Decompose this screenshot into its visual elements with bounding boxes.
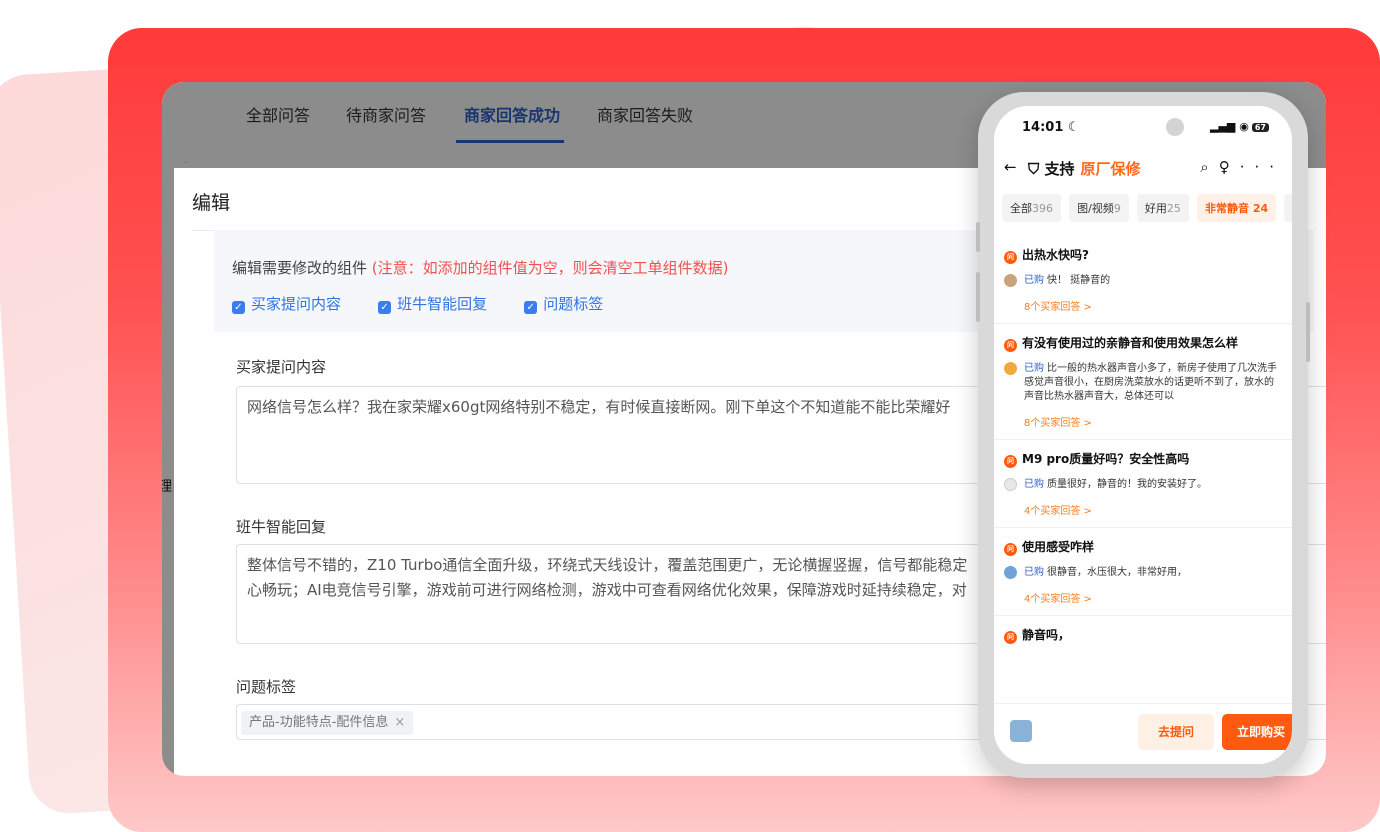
qa-answer: 很静音，水压很大，非常好用， bbox=[1047, 567, 1187, 578]
chip-all[interactable]: 全部396 bbox=[1002, 194, 1061, 222]
back-arrow-icon[interactable]: ← bbox=[1004, 158, 1017, 176]
checkbox-smart-reply[interactable]: ✓ 班牛智能回复 bbox=[378, 293, 487, 314]
qa-question: 有没有使用过的亲静音和使用效果怎么样 bbox=[1022, 336, 1239, 350]
question-icon: 问 bbox=[1004, 251, 1017, 264]
chip-quiet[interactable]: 非常静音 24 bbox=[1197, 194, 1277, 222]
user-icon[interactable]: ♀ bbox=[1219, 158, 1240, 176]
more-icon[interactable]: ··· bbox=[1240, 158, 1284, 176]
question-icon: 问 bbox=[1004, 631, 1017, 644]
qa-answer: 快！ 挺静音的 bbox=[1047, 275, 1111, 286]
tag-chip: 产品-功能特点-配件信息 × bbox=[241, 711, 414, 735]
more-answers-link[interactable]: 8个买家回答 > bbox=[1004, 414, 1282, 429]
nav-action-icons: ⌕♀··· bbox=[1200, 158, 1284, 176]
phone-nav-bar: ← ⛉ 支持 原厂保修 ⌕♀··· bbox=[1004, 158, 1284, 182]
modal-title: 编辑 bbox=[192, 192, 231, 214]
checkbox-label: 班牛智能回复 bbox=[397, 295, 488, 313]
camera-notch bbox=[1166, 118, 1184, 136]
buy-now-button[interactable]: 立即购买 bbox=[1222, 714, 1292, 750]
phone-side-button bbox=[976, 272, 980, 322]
more-answers-link[interactable]: 4个买家回答 > bbox=[1004, 590, 1282, 605]
avatar bbox=[1004, 566, 1017, 579]
status-icons: ▂▄▆ ◉ 67 bbox=[1210, 120, 1269, 133]
chip-sound[interactable]: 声音 bbox=[1284, 194, 1292, 222]
checkbox-checked-icon: ✓ bbox=[378, 301, 392, 314]
qa-answer: 比一般的热水器声音小多了，新房子使用了几次洗手感觉声音很小，在厨房洗菜放水的话更… bbox=[1024, 363, 1277, 402]
bought-badge: 已购 bbox=[1024, 363, 1044, 374]
dnd-icon: ☾ bbox=[1067, 120, 1080, 135]
signal-icon: ▂▄▆ bbox=[1210, 120, 1236, 133]
phone-mockup: 14:01 ☾ ▂▄▆ ◉ 67 ← ⛉ 支持 原厂保修 ⌕♀··· 全部396 图… bbox=[976, 92, 1310, 778]
checkbox-label: 买家提问内容 bbox=[251, 295, 342, 313]
bought-badge: 已购 bbox=[1024, 275, 1044, 286]
battery-icon: 67 bbox=[1251, 123, 1269, 132]
phone-bottom-bar: 去提问 立即购买 bbox=[994, 703, 1292, 764]
qa-item[interactable]: 问静音吗， bbox=[994, 616, 1292, 654]
qa-item[interactable]: 问出热水快吗? 已购 快！ 挺静音的 8个买家回答 > bbox=[994, 236, 1292, 324]
shield-icon: ⛉ bbox=[1028, 160, 1040, 178]
status-time: 14:01 ☾ bbox=[1022, 120, 1080, 135]
notice-text: 编辑需要修改的组件 (注意：如添加的组件值为空，则会清空工单组件数据) bbox=[232, 257, 729, 278]
shop-avatar[interactable] bbox=[1010, 720, 1032, 742]
qa-question: 出热水快吗? bbox=[1022, 248, 1089, 262]
qa-item[interactable]: 问有没有使用过的亲静音和使用效果怎么样 已购 比一般的热水器声音小多了，新房子使用… bbox=[994, 324, 1292, 440]
checkbox-question-tag[interactable]: ✓ 问题标签 bbox=[524, 293, 603, 314]
checkbox-checked-icon: ✓ bbox=[524, 301, 538, 314]
more-answers-link[interactable]: 8个买家回答 > bbox=[1004, 298, 1282, 313]
field-label-buyer-question: 买家提问内容 bbox=[236, 358, 327, 376]
filter-chips: 全部396 图/视频9 好用25 非常静音 24 声音 bbox=[1002, 194, 1292, 222]
chip-useful[interactable]: 好用25 bbox=[1136, 194, 1189, 222]
buyer-question-text: 网络信号怎么样？我在家荣耀x60gt网络特别不稳定，有时候直接断网。刚下单这个不… bbox=[247, 398, 951, 416]
notice-label: 编辑需要修改的组件 bbox=[232, 259, 368, 277]
bought-badge: 已购 bbox=[1024, 479, 1044, 490]
chip-media[interactable]: 图/视频9 bbox=[1069, 194, 1129, 222]
search-icon[interactable]: ⌕ bbox=[1200, 158, 1218, 176]
qa-question: M9 pro质量好吗？安全性高吗 bbox=[1022, 452, 1190, 466]
avatar bbox=[1004, 478, 1017, 491]
brand-tag: 原厂保修 bbox=[1080, 160, 1141, 178]
wifi-icon: ◉ bbox=[1239, 120, 1249, 133]
qa-item[interactable]: 问使用感受咋样 已购 很静音，水压很大，非常好用， 4个买家回答 > bbox=[994, 528, 1292, 616]
avatar bbox=[1004, 274, 1017, 287]
qa-list: 问出热水快吗? 已购 快！ 挺静音的 8个买家回答 > 问有没有使用过的亲静音和使… bbox=[994, 236, 1292, 654]
tag-chip-label: 产品-功能特点-配件信息 bbox=[249, 715, 389, 730]
question-icon: 问 bbox=[1004, 455, 1017, 468]
component-checkboxes: ✓ 买家提问内容 ✓ 班牛智能回复 ✓ 问题标签 bbox=[232, 293, 635, 314]
phone-side-button bbox=[976, 222, 980, 252]
checkbox-buyer-question[interactable]: ✓ 买家提问内容 bbox=[232, 293, 341, 314]
checkbox-checked-icon: ✓ bbox=[232, 301, 245, 314]
qa-answer: 质量很好，静音的！我的安装好了。 bbox=[1047, 479, 1207, 490]
more-answers-link[interactable]: 4个买家回答 > bbox=[1004, 502, 1282, 517]
phone-screen: 14:01 ☾ ▂▄▆ ◉ 67 ← ⛉ 支持 原厂保修 ⌕♀··· 全部396 图… bbox=[994, 106, 1292, 764]
page-title: ⛉ 支持 原厂保修 bbox=[1028, 160, 1141, 178]
side-label: 理 bbox=[162, 479, 172, 495]
tag-remove-icon[interactable]: × bbox=[394, 715, 405, 730]
phone-side-button bbox=[1306, 302, 1310, 362]
notice-warning: (注意：如添加的组件值为空，则会清空工单组件数据) bbox=[371, 259, 729, 277]
checkbox-label: 问题标签 bbox=[543, 295, 604, 313]
bought-badge: 已购 bbox=[1024, 567, 1044, 578]
ask-question-button[interactable]: 去提问 bbox=[1138, 714, 1214, 750]
qa-item[interactable]: 问 M9 pro质量好吗？安全性高吗 已购 质量很好，静音的！我的安装好了。 4个买… bbox=[994, 440, 1292, 528]
field-label-question-tag: 问题标签 bbox=[236, 678, 297, 696]
qa-question: 使用感受咋样 bbox=[1022, 540, 1095, 554]
question-icon: 问 bbox=[1004, 339, 1017, 352]
avatar bbox=[1004, 362, 1017, 375]
question-icon: 问 bbox=[1004, 543, 1017, 556]
qa-question: 静音吗， bbox=[1022, 628, 1071, 642]
field-label-smart-reply: 班牛智能回复 bbox=[236, 518, 327, 536]
